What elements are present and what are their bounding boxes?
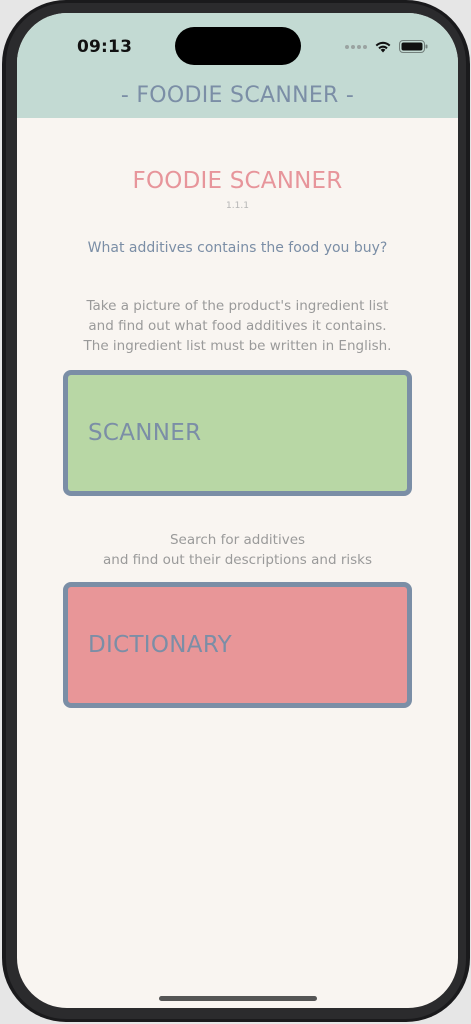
dictionary-button-label: DICTIONARY — [88, 632, 232, 658]
dictionary-description-line: and find out their descriptions and risk… — [102, 552, 373, 568]
dictionary-description-line: Search for additives — [169, 532, 306, 548]
battery-icon — [399, 40, 428, 53]
status-icons — [345, 40, 428, 53]
tagline-question: What additives contains the food you buy… — [87, 240, 388, 256]
status-time: 09:13 — [77, 37, 133, 57]
app-version: 1.1.1 — [226, 201, 249, 211]
scanner-description-line: and find out what food additives it cont… — [88, 318, 387, 334]
scanner-button[interactable]: SCANNER — [63, 370, 412, 496]
scanner-description-line: Take a picture of the product's ingredie… — [86, 298, 389, 314]
app-title: FOODIE SCANNER — [132, 168, 343, 194]
wifi-icon — [375, 41, 391, 53]
dictionary-button[interactable]: DICTIONARY — [63, 582, 412, 708]
scanner-button-label: SCANNER — [88, 420, 202, 446]
phone-frame: 09:13 - FOODIE SCANNER - FOODIE SCANNER … — [2, 0, 470, 1022]
app-header: 09:13 - FOODIE SCANNER - — [17, 13, 458, 118]
home-indicator[interactable] — [159, 996, 317, 1001]
header-title: - FOODIE SCANNER - — [120, 83, 355, 108]
dynamic-island — [175, 27, 301, 65]
screen: 09:13 - FOODIE SCANNER - FOODIE SCANNER … — [17, 13, 458, 1008]
dictionary-description: Search for additives and find out their … — [17, 530, 458, 570]
scanner-description: Take a picture of the product's ingredie… — [17, 296, 458, 356]
cellular-signal-icon — [345, 44, 367, 49]
scanner-description-line: The ingredient list must be written in E… — [83, 338, 392, 354]
